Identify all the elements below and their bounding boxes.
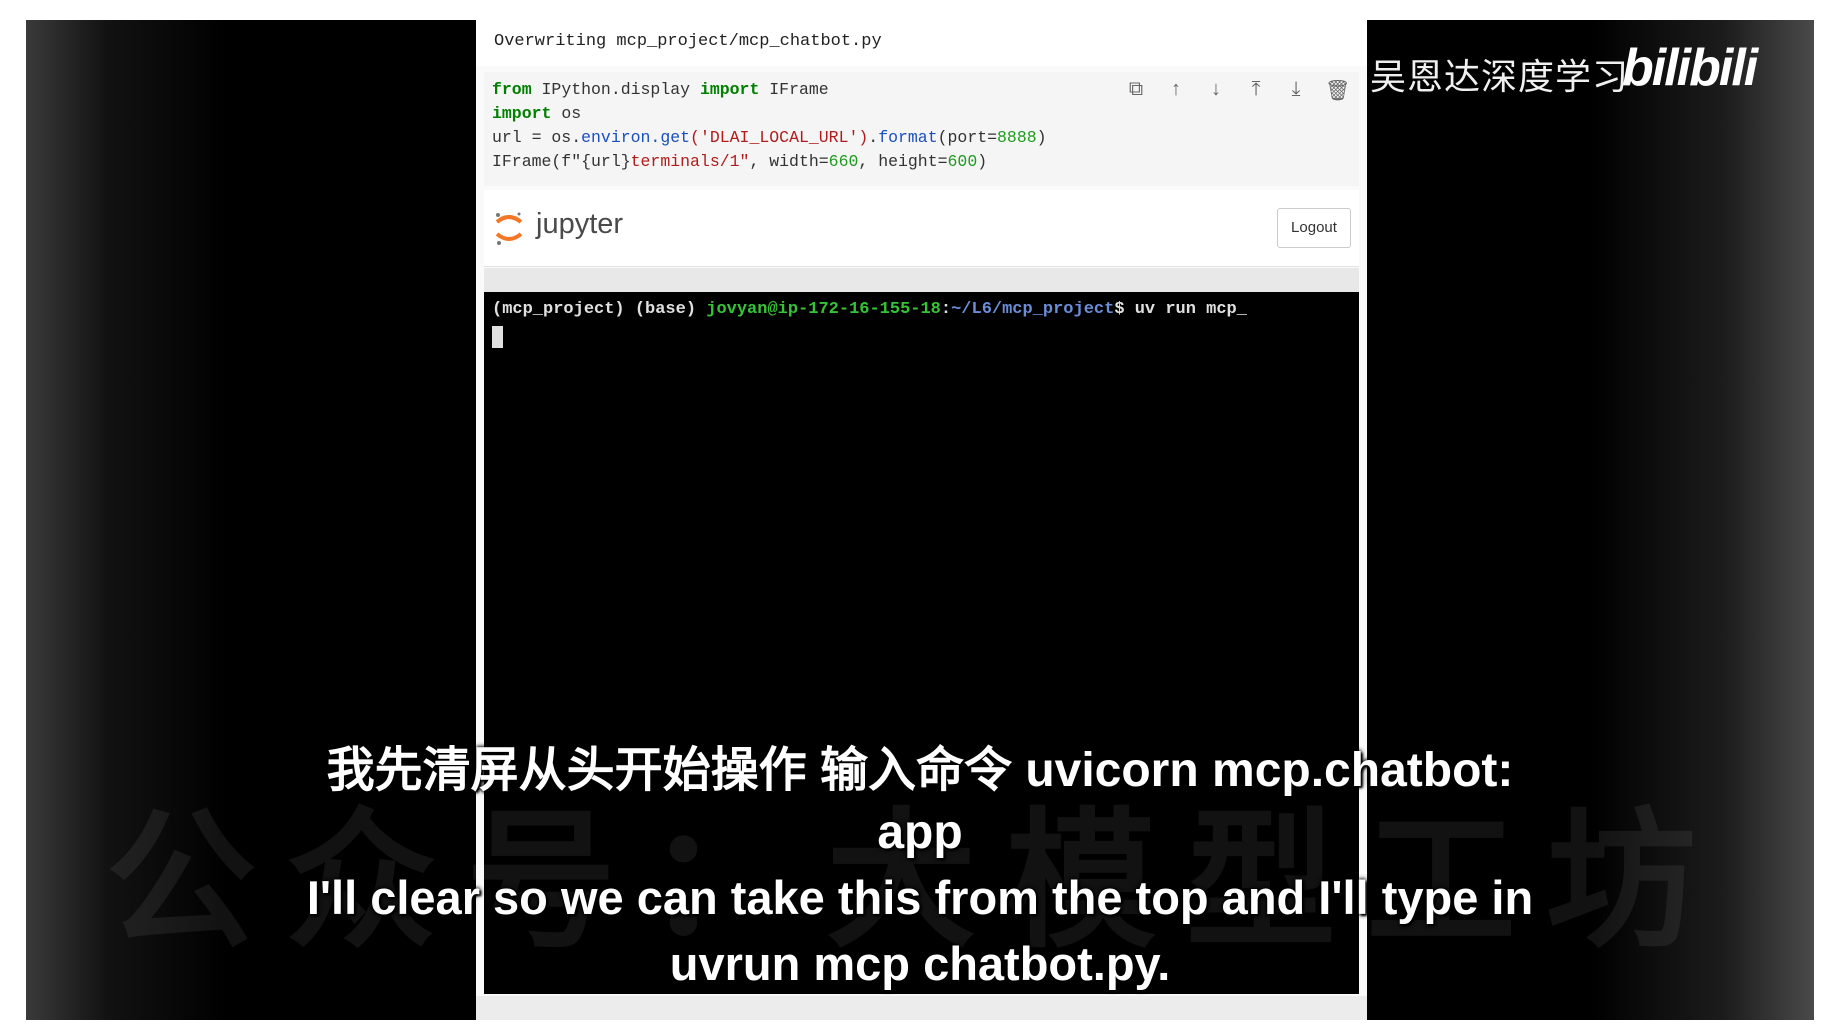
move-up-icon[interactable]: ↑ — [1165, 78, 1187, 103]
channel-name: 吴恩达深度学习 — [1370, 56, 1630, 97]
iframe-border — [484, 268, 1359, 292]
cell-output: Overwriting mcp_project/mcp_chatbot.py — [476, 20, 1367, 66]
code-line-2: import os — [492, 104, 582, 123]
subtitles: 我先清屏从头开始操作 输入命令 uvicorn mcp.chatbot: app… — [26, 740, 1814, 996]
logout-button[interactable]: Logout — [1277, 208, 1351, 248]
delete-icon[interactable]: 🗑 — [1325, 78, 1350, 103]
subtitle-zh-line1: 我先清屏从头开始操作 输入命令 uvicorn mcp.chatbot: — [326, 744, 1514, 797]
code-cell[interactable]: from IPython.display import IFrame impor… — [484, 72, 1359, 186]
output-text: Overwriting mcp_project/mcp_chatbot.py — [494, 32, 882, 51]
jupyter-header: jupyter Logout — [484, 190, 1359, 267]
bilibili-logo: bilibili — [1622, 39, 1758, 97]
cell-toolbar: ⧉ ↑ ↓ ⤒ ⤓ 🗑 — [1125, 78, 1351, 103]
code-line-4: IFrame(f"{url}terminals/1", width=660, h… — [492, 152, 988, 171]
terminal-prompt-line: (mcp_project) (base) jovyan@ip-172-16-15… — [492, 300, 1247, 319]
terminal-cursor — [492, 326, 503, 348]
subtitle-zh-line2: app — [877, 806, 963, 859]
subtitle-en-line2: uvrun mcp chatbot.py. — [669, 937, 1171, 990]
insert-below-icon[interactable]: ⤓ — [1285, 78, 1307, 103]
jupyter-logo-icon — [495, 212, 523, 245]
bottom-strip — [476, 996, 1367, 1020]
move-down-icon[interactable]: ↓ — [1205, 78, 1227, 103]
jupyter-logo-text: jupyter — [536, 208, 624, 240]
copy-icon[interactable]: ⧉ — [1125, 78, 1147, 103]
code-line-3: url = os.environ.get('DLAI_LOCAL_URL').f… — [492, 128, 1047, 147]
insert-above-icon[interactable]: ⤒ — [1245, 78, 1267, 103]
code-line-1: from IPython.display import IFrame — [492, 80, 829, 99]
subtitle-en-line1: I'll clear so we can take this from the … — [306, 871, 1534, 924]
